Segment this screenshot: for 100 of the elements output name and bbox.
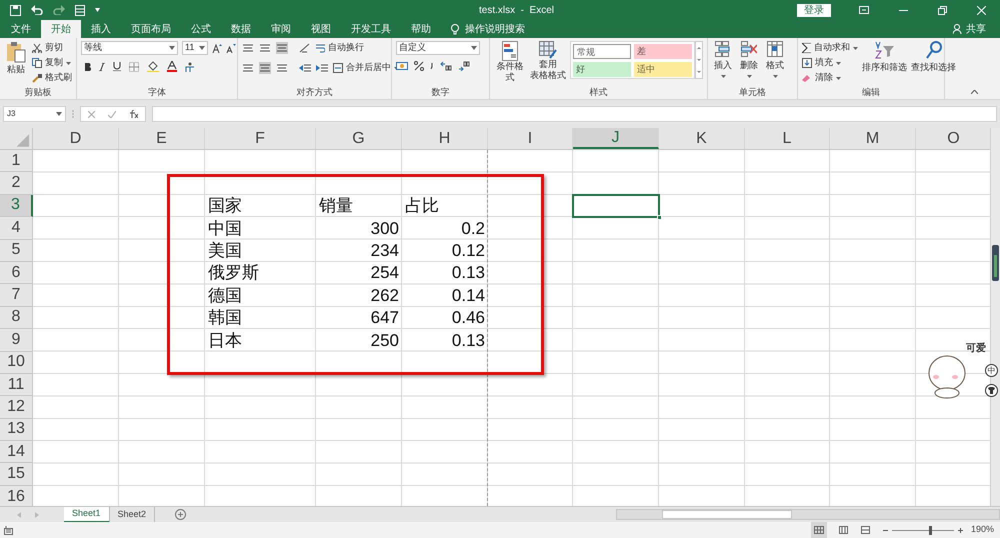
paste-button[interactable]: 粘贴 — [4, 41, 28, 86]
normal-view-icon[interactable] — [810, 522, 827, 538]
phonetic-icon[interactable] — [185, 62, 195, 72]
close-icon[interactable] — [977, 6, 986, 14]
decrease-decimal-icon[interactable] — [458, 61, 470, 71]
row-header[interactable]: 6 — [0, 262, 33, 284]
column-header[interactable]: F — [205, 128, 316, 149]
collapse-ribbon-icon[interactable] — [971, 90, 978, 94]
gallery-scroll-icon[interactable] — [695, 41, 703, 79]
row-header[interactable]: 9 — [0, 329, 33, 352]
ribbon-tab[interactable]: 视图 — [301, 20, 341, 38]
fill-color-icon[interactable] — [147, 61, 159, 72]
save-icon[interactable] — [10, 4, 21, 16]
sort-filter-button[interactable]: 排序和筛选 — [862, 41, 907, 86]
column-header[interactable]: D — [33, 128, 119, 149]
bottom-align-icon[interactable] — [276, 42, 288, 54]
format-as-table-button[interactable]: 套用 表格格式 — [530, 41, 566, 86]
row-header[interactable]: 1 — [0, 150, 33, 172]
row-header[interactable]: 3 — [0, 194, 33, 218]
percent-icon[interactable] — [414, 61, 424, 71]
find-select-button[interactable]: 查找和选择 — [911, 41, 956, 86]
cell-style-option[interactable]: 适中 — [634, 62, 692, 77]
borders-icon[interactable] — [129, 62, 139, 72]
add-sheet-icon[interactable] — [175, 509, 186, 520]
zoom-level[interactable]: 190% — [970, 523, 994, 537]
caret-icon[interactable] — [471, 46, 477, 50]
active-cell[interactable] — [573, 194, 659, 218]
decrease-font-icon[interactable] — [226, 43, 236, 53]
ribbon-tab[interactable]: 帮助 — [401, 20, 441, 38]
font-color-icon[interactable] — [167, 61, 177, 72]
column-header[interactable]: K — [659, 128, 745, 149]
ribbon-tab[interactable]: 数据 — [221, 20, 261, 38]
increase-font-icon[interactable] — [212, 43, 222, 53]
ribbon-tab[interactable]: 审阅 — [261, 20, 301, 38]
column-header[interactable]: G — [316, 128, 402, 149]
delete-cells-button[interactable]: 删除 — [738, 41, 760, 86]
fill-button[interactable]: 填充 — [802, 56, 858, 70]
row-header[interactable]: 16 — [0, 486, 33, 506]
copy-button[interactable]: 复制 — [32, 56, 72, 70]
conditional-format-button[interactable]: 条件格式 — [494, 41, 526, 86]
font-size-field[interactable]: 11 — [182, 41, 208, 55]
cell-style-option[interactable]: 常规 — [573, 44, 632, 59]
row-header[interactable]: 4 — [0, 217, 33, 240]
column-header[interactable]: E — [119, 128, 205, 149]
row-header[interactable]: 8 — [0, 306, 33, 330]
column-header[interactable]: J — [573, 128, 659, 149]
wrap-text-button[interactable]: 自动换行 — [316, 41, 364, 55]
autosum-button[interactable]: 自动求和 — [802, 41, 858, 55]
row-header[interactable]: 13 — [0, 418, 33, 442]
restore-icon[interactable] — [938, 6, 947, 14]
format-cells-button[interactable]: 格式 — [764, 41, 786, 86]
page-layout-icon[interactable] — [838, 526, 848, 534]
ribbon-tab[interactable]: 开发工具 — [341, 20, 401, 38]
caret-icon[interactable] — [199, 46, 205, 50]
function-icon[interactable] — [129, 110, 138, 118]
decrease-indent-icon[interactable] — [299, 63, 311, 73]
row-header[interactable]: 5 — [0, 240, 33, 262]
sheet-tab[interactable]: Sheet1 — [64, 506, 110, 522]
currency-icon[interactable] — [396, 61, 408, 71]
italic-icon[interactable] — [99, 62, 105, 70]
tell-me-search[interactable]: 操作说明搜索 — [465, 22, 525, 36]
row-header[interactable]: 12 — [0, 396, 33, 419]
top-align-icon[interactable] — [242, 42, 254, 54]
column-header[interactable]: H — [402, 128, 488, 149]
form-icon[interactable] — [75, 4, 85, 16]
undo-icon[interactable] — [31, 5, 43, 15]
insert-cells-button[interactable]: 插入 — [712, 41, 734, 86]
number-format-field[interactable]: 自定义 — [396, 41, 480, 55]
column-header[interactable]: L — [745, 128, 830, 149]
row-header[interactable]: 10 — [0, 352, 33, 374]
ribbon-display-icon[interactable] — [859, 6, 869, 14]
align-left-icon[interactable] — [242, 62, 254, 74]
middle-align-icon[interactable] — [259, 42, 271, 54]
increase-decimal-icon[interactable] — [440, 61, 452, 71]
row-header[interactable]: 14 — [0, 441, 33, 464]
orientation-icon[interactable] — [299, 43, 311, 53]
ribbon-tab[interactable]: 开始 — [41, 20, 81, 38]
page-break-preview-icon[interactable] — [860, 526, 870, 534]
align-right-icon[interactable] — [276, 62, 288, 74]
cell-style-option[interactable]: 差 — [634, 44, 692, 59]
share-button[interactable]: 共享 — [966, 22, 986, 36]
underline-icon[interactable] — [113, 62, 121, 71]
cut-button[interactable]: 剪切 — [32, 41, 72, 55]
increase-indent-icon[interactable] — [316, 63, 328, 73]
zoom-in-icon[interactable] — [958, 528, 963, 532]
slider-thumb[interactable] — [929, 526, 932, 534]
name-box[interactable]: J3 — [3, 106, 66, 122]
bold-icon[interactable] — [84, 62, 91, 70]
vertical-scrollbar[interactable] — [990, 128, 1000, 506]
row-header[interactable]: 11 — [0, 374, 33, 396]
clear-button[interactable]: 清除 — [802, 71, 858, 85]
ribbon-tab[interactable]: 插入 — [81, 20, 121, 38]
format-painter-button[interactable]: 格式刷 — [32, 71, 72, 85]
ribbon-tab[interactable]: 公式 — [181, 20, 221, 38]
login-button[interactable]: 登录 — [797, 4, 831, 16]
ribbon-tab[interactable]: 文件 — [1, 20, 41, 38]
formula-input[interactable] — [152, 106, 997, 122]
macro-record-icon[interactable] — [4, 526, 13, 534]
customize-icon[interactable] — [95, 8, 100, 12]
merge-center-button[interactable]: 合并后居中 — [333, 61, 399, 75]
